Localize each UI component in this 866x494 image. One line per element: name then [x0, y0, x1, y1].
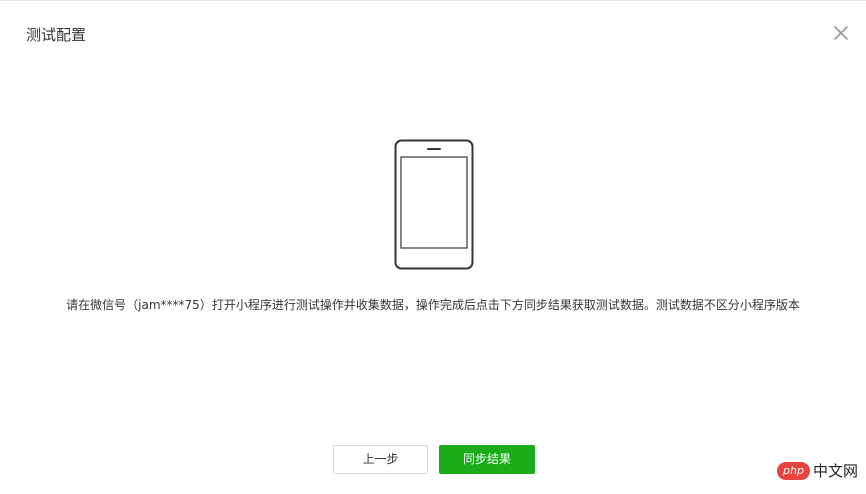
dialog-title: 测试配置 [26, 26, 87, 44]
instruction-message: 请在微信号（jam****75）打开小程序进行测试操作并收集数据，操作完成后点击… [66, 298, 800, 312]
watermark-text: 中文网 [812, 462, 858, 480]
site-watermark: php 中文网 [777, 460, 858, 482]
sync-results-button[interactable]: 同步结果 [439, 445, 535, 474]
test-config-dialog: 测试配置 请在微信号（jam****75）打开小程序进行测试操作并收集数据，操作… [0, 0, 866, 494]
close-icon-glyph [834, 26, 848, 40]
previous-step-button[interactable]: 上一步 [333, 445, 428, 474]
close-icon[interactable] [832, 24, 850, 42]
phone-icon [394, 139, 474, 270]
watermark-logo: php [777, 462, 810, 480]
